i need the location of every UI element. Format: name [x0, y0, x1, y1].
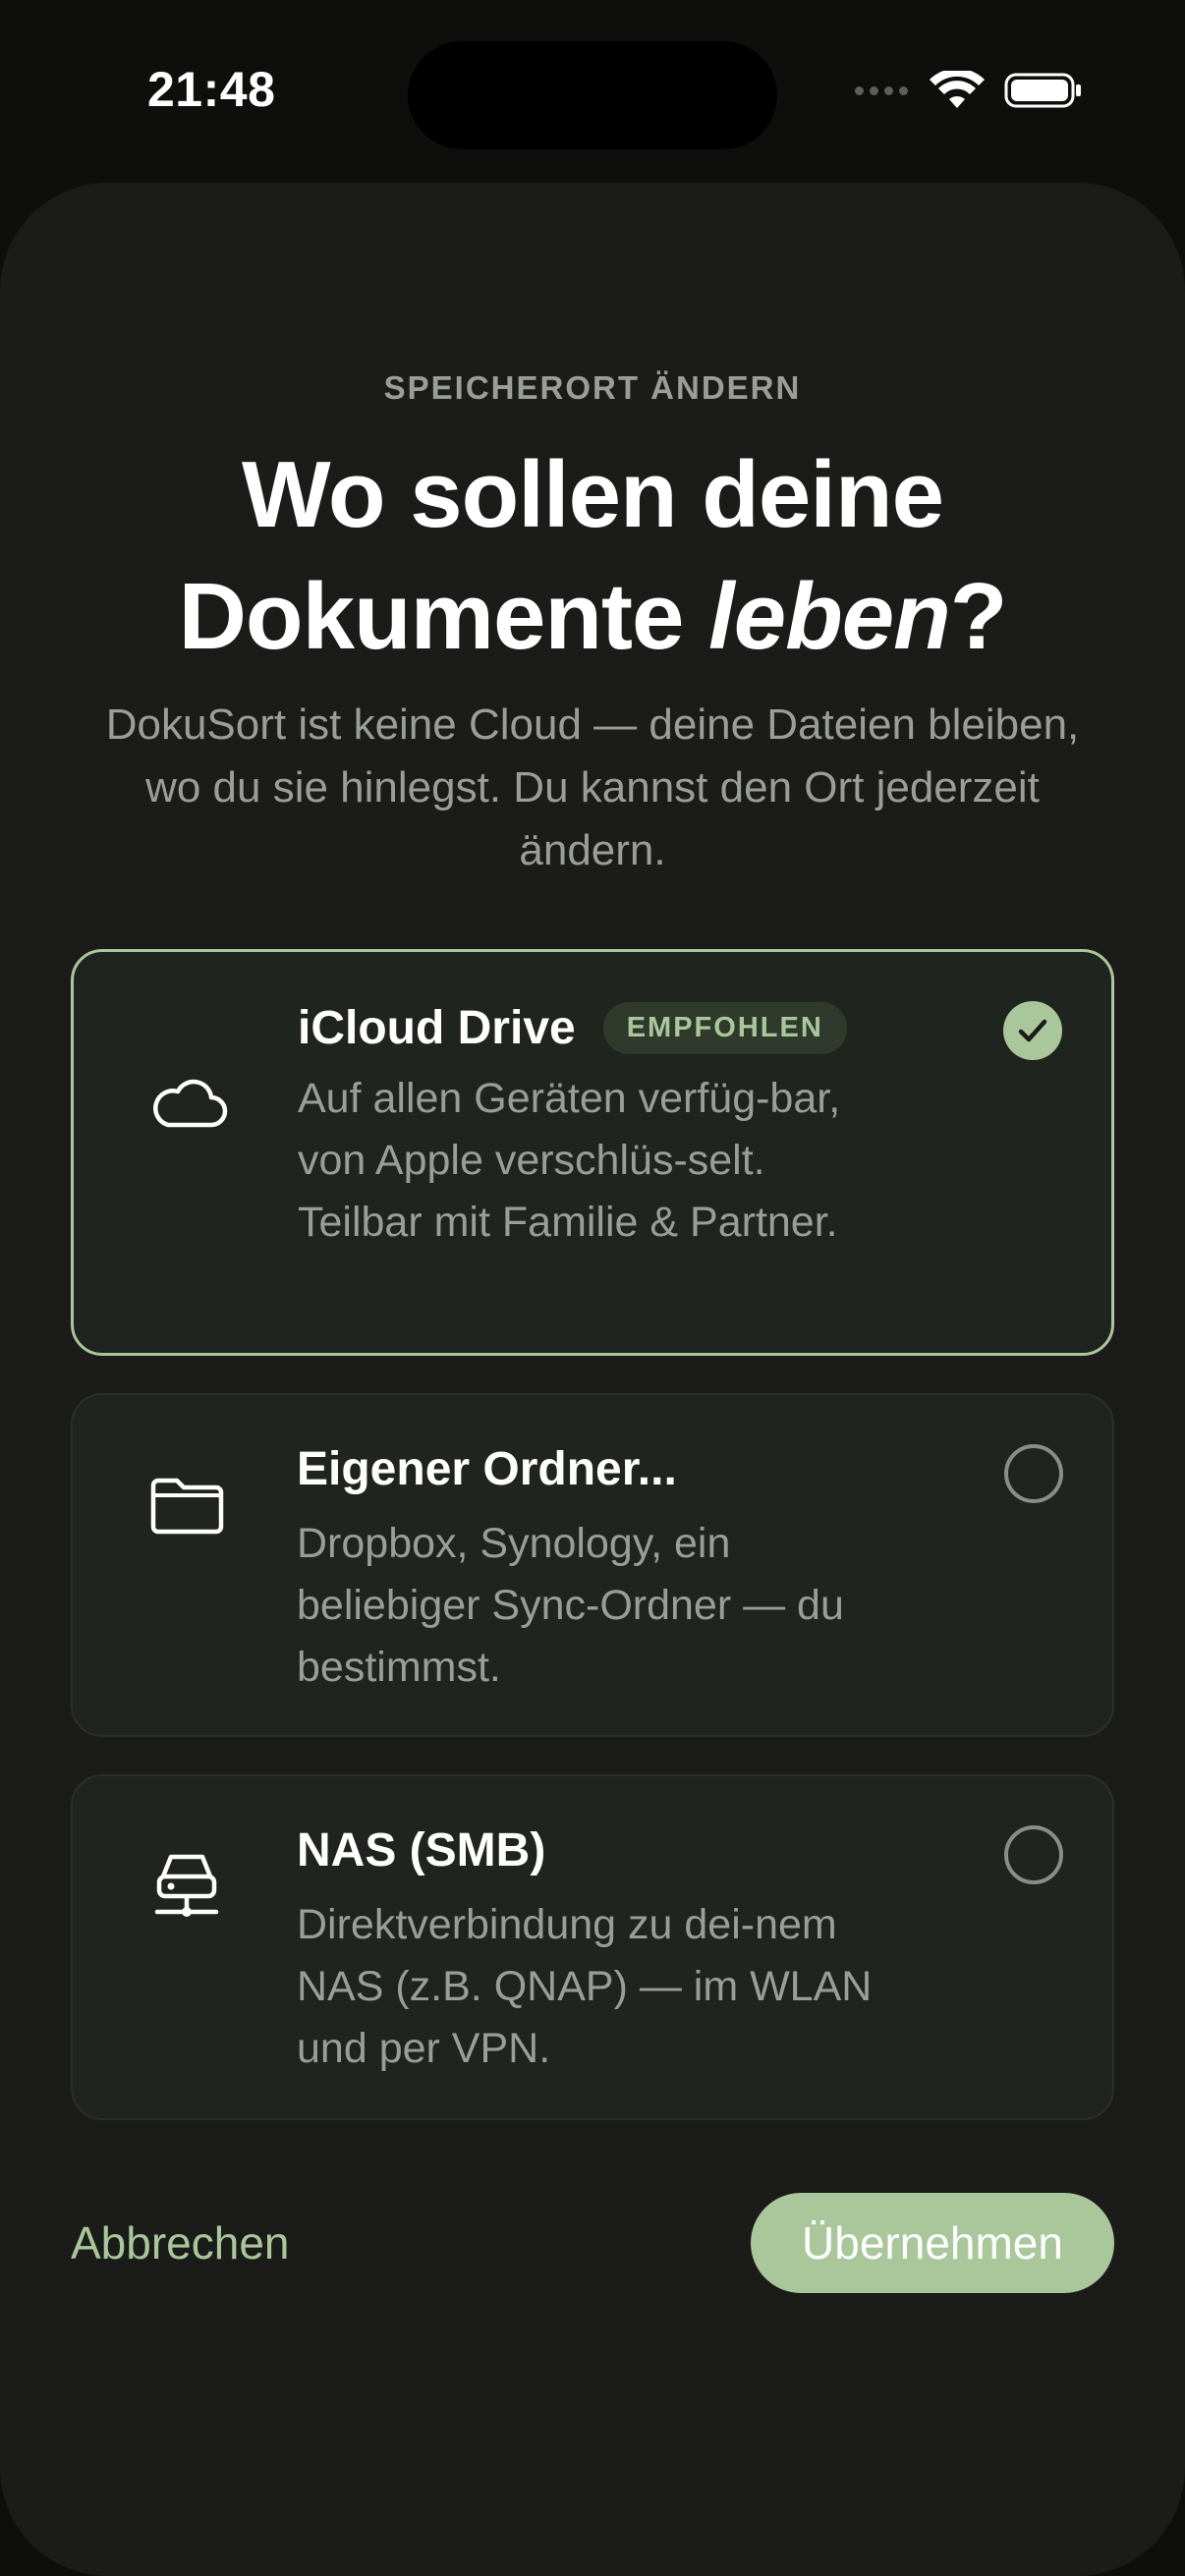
folder-icon — [150, 1478, 224, 1535]
recommended-badge: EMPFOHLEN — [602, 1002, 847, 1054]
option-title-row: iCloud Drive EMPFOHLEN — [298, 1001, 847, 1055]
checkmark-icon — [1018, 1019, 1047, 1042]
title-emphasis: leben — [708, 564, 951, 669]
selected-radio[interactable] — [1003, 1001, 1062, 1060]
title-line-1: Wo sollen deine — [242, 442, 944, 547]
option-title-row: NAS (SMB) — [297, 1823, 545, 1877]
option-nas-smb[interactable]: NAS (SMB) Direktverbindung zu dei-nem NA… — [71, 1774, 1114, 2120]
server-icon — [154, 1854, 219, 1917]
unselected-radio[interactable] — [1004, 1444, 1063, 1503]
option-title: NAS (SMB) — [297, 1824, 546, 1876]
option-title: Eigener Ordner... — [297, 1443, 677, 1495]
screen: 21:48 SPEICHERORT ÄNDERN Wo sollen deine… — [0, 0, 1185, 2576]
title-question-mark: ? — [949, 564, 1008, 669]
cloud-icon — [153, 1079, 228, 1128]
option-title-row: Eigener Ordner... — [297, 1442, 677, 1496]
option-description: Dropbox, Synology, ein beliebiger Sync-O… — [297, 1520, 844, 1691]
wifi-icon — [930, 71, 985, 108]
unselected-radio[interactable] — [1004, 1825, 1063, 1884]
status-icons — [855, 71, 1083, 110]
dynamic-island — [408, 41, 777, 149]
battery-icon — [1004, 73, 1081, 108]
title-line-2: Dokumente — [178, 564, 709, 669]
option-description: Direktverbindung zu dei-nem NAS (z.B. QN… — [297, 1901, 873, 2072]
sheet-eyebrow: SPEICHERORT ÄNDERN — [383, 369, 802, 406]
sheet-subtitle: DokuSort ist keine Cloud — deine Dateien… — [105, 700, 1080, 874]
option-title: iCloud Drive — [298, 1002, 576, 1054]
cancel-button[interactable]: Abbrechen — [71, 2216, 290, 2269]
apply-button[interactable]: Übernehmen — [751, 2193, 1114, 2293]
cellular-signal-icon — [855, 85, 908, 95]
sheet-title: Wo sollen deine Dokumente leben? — [59, 434, 1126, 678]
option-custom-folder[interactable]: Eigener Ordner... Dropbox, Synology, ein… — [71, 1393, 1114, 1737]
option-description: Auf allen Geräten verfüg-bar, von Apple … — [298, 1075, 841, 1246]
option-icloud-drive[interactable]: iCloud Drive EMPFOHLEN Auf allen Geräten… — [71, 949, 1114, 1356]
status-time: 21:48 — [147, 62, 276, 117]
